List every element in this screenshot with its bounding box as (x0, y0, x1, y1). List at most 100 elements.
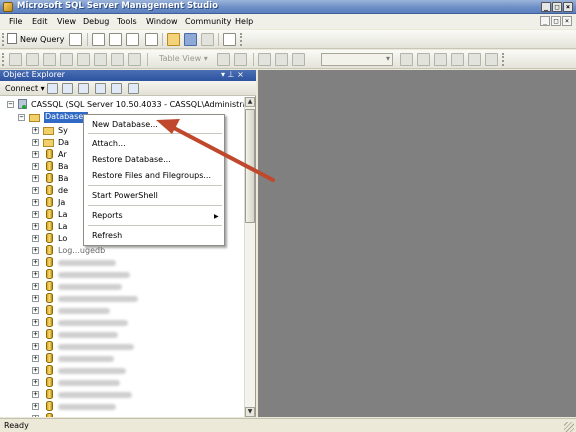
expand-icon[interactable]: + (32, 247, 39, 254)
table-view-dropdown[interactable]: Table View ▾ (159, 54, 208, 63)
show-criteria-pane-icon[interactable] (26, 53, 39, 66)
filter-icon[interactable] (95, 83, 106, 94)
expand-icon[interactable]: + (32, 331, 39, 338)
tree-node-database-redacted[interactable]: + (0, 317, 244, 329)
expand-icon[interactable]: + (32, 139, 39, 146)
maximize-button[interactable]: □ (552, 2, 562, 12)
menu-item-attach[interactable]: Attach... (92, 139, 126, 148)
tree-node-database-redacted[interactable]: + (0, 413, 244, 417)
menu-edit[interactable]: Edit (32, 17, 48, 26)
execute-sql-icon[interactable] (94, 53, 107, 66)
disconnect-icon[interactable] (62, 83, 73, 94)
expand-icon[interactable]: + (32, 223, 39, 230)
refresh-icon[interactable] (111, 83, 122, 94)
mdx-query-icon[interactable] (126, 33, 139, 46)
manage-indexes-icon[interactable] (275, 53, 288, 66)
expand-icon[interactable]: + (32, 367, 39, 374)
menu-window[interactable]: Window (146, 17, 178, 26)
collapse-icon[interactable]: − (18, 114, 25, 121)
expand-icon[interactable]: + (32, 295, 39, 302)
menu-help[interactable]: Help (235, 17, 253, 26)
toolbar-grip[interactable] (2, 53, 5, 66)
menu-item-reports[interactable]: Reports (92, 211, 123, 220)
new-query-button[interactable]: New Query (7, 33, 64, 46)
change-type-icon[interactable] (77, 53, 90, 66)
menu-view[interactable]: View (57, 17, 76, 26)
expand-icon[interactable]: + (32, 307, 39, 314)
menu-debug[interactable]: Debug (83, 17, 109, 26)
expand-icon[interactable]: + (32, 343, 39, 350)
doc-restore-button[interactable]: □ (551, 16, 561, 26)
new-file-icon[interactable] (69, 33, 82, 46)
menu-item-restore-database[interactable]: Restore Database... (92, 155, 171, 164)
expand-icon[interactable]: + (32, 391, 39, 398)
resize-grip-icon[interactable] (564, 422, 574, 432)
solution-configuration-dropdown[interactable] (321, 53, 393, 66)
collapse-icon[interactable]: − (7, 101, 14, 108)
tree-node-database-redacted[interactable]: + (0, 257, 244, 269)
panel-options-buttons[interactable]: ▾ ⊥ × (221, 70, 244, 79)
analysis-query-icon[interactable] (109, 33, 122, 46)
expand-icon[interactable]: + (32, 355, 39, 362)
connect-dropdown-button[interactable]: Connect ▾ (5, 84, 45, 93)
tree-node-server[interactable]: − CASSQL (SQL Server 10.50.4033 - CASSQL… (0, 99, 244, 111)
expand-icon[interactable]: + (32, 199, 39, 206)
tree-node-database-redacted[interactable]: + (0, 365, 244, 377)
tree-node-database-redacted[interactable]: + (0, 377, 244, 389)
save-icon[interactable] (184, 33, 197, 46)
activity-monitor-icon[interactable] (223, 33, 236, 46)
expand-icon[interactable]: + (32, 283, 39, 290)
group-by-icon[interactable] (128, 53, 141, 66)
add-table-icon[interactable] (217, 53, 230, 66)
scrollbar-thumb[interactable] (245, 109, 255, 223)
expand-icon[interactable]: + (32, 175, 39, 182)
tree-node-database-redacted[interactable]: + (0, 293, 244, 305)
doc-minimize-button[interactable]: _ (540, 16, 550, 26)
tree-node-database[interactable]: + Log...ugedb (0, 245, 244, 257)
tree-vertical-scrollbar[interactable]: ▲ ▼ (244, 97, 255, 417)
expand-icon[interactable]: + (32, 259, 39, 266)
tree-node-database-redacted[interactable]: + (0, 329, 244, 341)
tree-node-database-redacted[interactable]: + (0, 353, 244, 365)
menu-item-refresh[interactable]: Refresh (92, 231, 122, 240)
new-text-annotation-icon[interactable] (468, 53, 481, 66)
show-relationship-labels-icon[interactable] (485, 53, 498, 66)
expand-icon[interactable]: + (32, 163, 39, 170)
menu-community[interactable]: Community (185, 17, 231, 26)
scroll-down-arrow-icon[interactable]: ▼ (245, 407, 255, 417)
menu-item-start-powershell[interactable]: Start PowerShell (92, 191, 158, 200)
expand-icon[interactable]: + (32, 319, 39, 326)
manage-check-constraints-icon[interactable] (292, 53, 305, 66)
database-engine-query-icon[interactable] (92, 33, 105, 46)
arrange-tables-icon[interactable] (417, 53, 430, 66)
relationships-icon[interactable] (258, 53, 271, 66)
expand-icon[interactable]: + (32, 211, 39, 218)
show-results-pane-icon[interactable] (60, 53, 73, 66)
tree-node-database-redacted[interactable]: + (0, 281, 244, 293)
minimize-button[interactable]: _ (541, 2, 551, 12)
object-explorer-details-icon[interactable] (128, 83, 139, 94)
autosize-icon[interactable] (434, 53, 447, 66)
tree-node-database-redacted[interactable]: + (0, 341, 244, 353)
expand-icon[interactable]: + (32, 403, 39, 410)
toolbar-overflow-icon[interactable] (240, 33, 243, 46)
expand-icon[interactable]: + (32, 187, 39, 194)
menu-tools[interactable]: Tools (117, 17, 137, 26)
expand-icon[interactable]: + (32, 127, 39, 134)
show-sql-pane-icon[interactable] (43, 53, 56, 66)
expand-icon[interactable]: + (32, 415, 39, 417)
toolbar-overflow-icon[interactable] (502, 53, 505, 66)
verify-sql-icon[interactable] (111, 53, 124, 66)
tree-node-database-redacted[interactable]: + (0, 305, 244, 317)
close-button[interactable]: × (563, 2, 573, 12)
doc-close-button[interactable]: × (562, 16, 572, 26)
tree-node-database-redacted[interactable]: + (0, 389, 244, 401)
menu-file[interactable]: File (9, 17, 22, 26)
menu-item-restore-files-filegroups[interactable]: Restore Files and Filegroups... (92, 171, 211, 180)
save-all-icon[interactable] (201, 33, 214, 46)
xmla-query-icon[interactable] (145, 33, 158, 46)
scroll-up-arrow-icon[interactable]: ▲ (245, 97, 255, 107)
tree-node-database-redacted[interactable]: + (0, 269, 244, 281)
expand-icon[interactable]: + (32, 235, 39, 242)
stop-icon[interactable] (78, 83, 89, 94)
